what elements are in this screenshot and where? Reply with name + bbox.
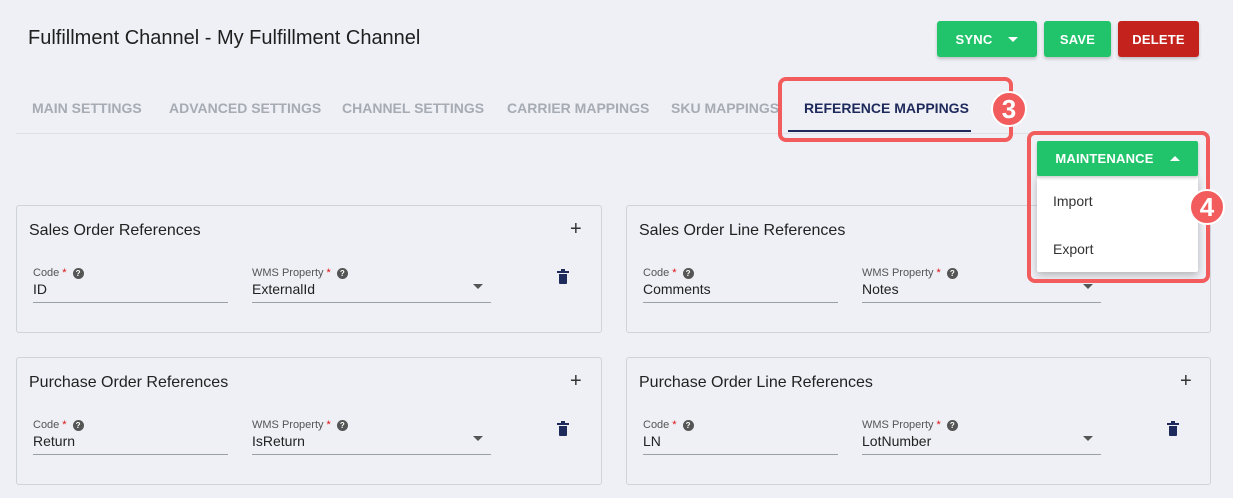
tab-bar: MAIN SETTINGS ADVANCED SETTINGS CHANNEL … [16,86,1210,134]
code-value: Comments [643,281,711,297]
tab-advanced-settings[interactable]: ADVANCED SETTINGS [169,86,321,133]
wms-property-select[interactable]: WMS Property *? LotNumber [862,419,1101,455]
card-title: Sales Order References [29,222,201,239]
trash-icon[interactable] [1167,421,1179,436]
purchase-order-references-card: Purchase Order References + Code *? Retur… [16,357,602,485]
highlight-box-reference-tab [778,77,1013,142]
code-value: LN [643,433,661,449]
chevron-down-icon [1083,436,1093,441]
chevron-down-icon [1008,36,1019,42]
code-label: Code [33,267,60,279]
code-value: ID [33,281,47,297]
help-icon[interactable]: ? [72,267,84,279]
wms-property-value: Notes [862,281,899,297]
help-icon[interactable]: ? [682,419,694,431]
delete-button[interactable]: DELETE [1118,21,1199,57]
code-label: Code [33,419,60,431]
code-field[interactable]: Code *? LN [643,419,838,455]
chevron-down-icon [473,436,483,441]
required-marker: * [326,419,331,431]
purchase-order-line-references-card: Purchase Order Line References + Code *? … [626,357,1211,485]
code-field[interactable]: Code *? Return [33,419,228,455]
wms-property-label: WMS Property [252,267,324,279]
code-field[interactable]: Code *? Comments [643,267,838,303]
help-icon[interactable]: ? [336,267,348,279]
card-title: Purchase Order Line References [639,374,873,391]
wms-property-label: WMS Property [862,419,934,431]
wms-property-label: WMS Property [862,267,934,279]
highlight-box-maintenance [1027,131,1210,283]
tab-sku-mappings[interactable]: SKU MAPPINGS [671,86,779,133]
card-title: Purchase Order References [29,374,229,391]
help-icon[interactable]: ? [682,267,694,279]
page-title: Fulfillment Channel - My Fulfillment Cha… [28,27,421,49]
sales-order-references-card: Sales Order References + Code *? ID WMS P… [16,205,602,333]
required-marker: * [326,267,331,279]
tab-channel-settings[interactable]: CHANNEL SETTINGS [342,86,484,133]
tab-carrier-mappings[interactable]: CARRIER MAPPINGS [507,86,649,133]
chevron-down-icon [473,284,483,289]
wms-property-value: IsReturn [252,433,305,449]
help-icon[interactable]: ? [336,419,348,431]
step-4-badge: 4 [1189,189,1225,225]
code-value: Return [33,433,76,449]
add-icon[interactable]: + [570,370,582,393]
sync-label: SYNC [955,31,993,47]
card-title: Sales Order Line References [639,222,846,239]
help-icon[interactable]: ? [946,267,958,279]
wms-property-value: ExternalId [252,281,316,297]
help-icon[interactable]: ? [72,419,84,431]
wms-property-select[interactable]: WMS Property *? IsReturn [252,419,491,455]
help-icon[interactable]: ? [946,419,958,431]
save-button[interactable]: SAVE [1044,21,1111,57]
required-marker: * [62,267,67,279]
required-marker: * [936,419,941,431]
wms-property-value: LotNumber [862,433,932,449]
trash-icon[interactable] [557,269,569,284]
required-marker: * [672,419,677,431]
sync-button[interactable]: SYNC [937,21,1037,57]
wms-property-label: WMS Property [252,419,324,431]
required-marker: * [62,419,67,431]
required-marker: * [672,267,677,279]
add-icon[interactable]: + [570,218,582,241]
required-marker: * [936,267,941,279]
code-label: Code [643,419,670,431]
chevron-down-icon [1083,284,1093,289]
code-label: Code [643,267,670,279]
add-icon[interactable]: + [1180,370,1192,393]
wms-property-select[interactable]: WMS Property *? ExternalId [252,267,491,303]
code-field[interactable]: Code *? ID [33,267,228,303]
tab-main-settings[interactable]: MAIN SETTINGS [32,86,142,133]
trash-icon[interactable] [557,421,569,436]
step-3-badge: 3 [991,91,1027,127]
